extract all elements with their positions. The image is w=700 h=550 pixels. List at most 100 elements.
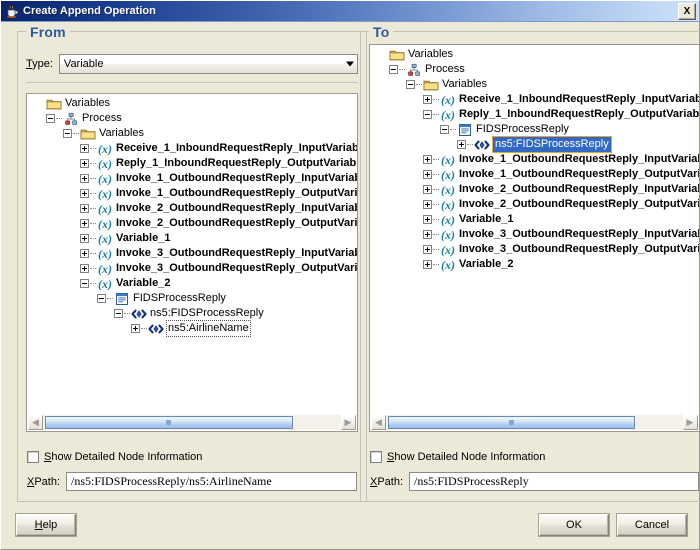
expand-node-icon[interactable] — [80, 234, 89, 243]
tree-node[interactable]: (x) Invoke_3_OutboundRequestReply_InputVa… — [27, 246, 357, 261]
to-xpath-label: XPath: — [370, 475, 404, 488]
from-tree-panel[interactable]: Variables Process Variables (x) Receive_1_In… — [26, 93, 358, 432]
ok-button[interactable]: OK — [539, 514, 609, 536]
svg-text:(x): (x) — [98, 262, 112, 276]
close-icon[interactable]: X — [678, 3, 696, 20]
expand-node-icon[interactable] — [423, 215, 432, 224]
tree-node[interactable]: Variables — [370, 77, 699, 92]
expand-node-icon[interactable] — [80, 189, 89, 198]
expand-node-icon[interactable] — [80, 204, 89, 213]
expand-node-icon[interactable] — [423, 185, 432, 194]
expand-node-icon[interactable] — [423, 155, 432, 164]
arrow-left-icon[interactable]: ◀ — [28, 415, 43, 430]
tree-node[interactable]: (x) Receive_1_InboundRequestReply_InputVa… — [27, 141, 357, 156]
expand-node-icon[interactable] — [457, 140, 466, 149]
create-append-operation-dialog: Create Append Operation X From Type: Var… — [0, 0, 700, 550]
svg-text:(x): (x) — [441, 243, 455, 257]
to-scroll-track[interactable] — [386, 415, 683, 430]
expand-node-icon[interactable] — [80, 219, 89, 228]
tree-node[interactable]: Variables — [370, 47, 699, 62]
tree-node[interactable]: (x) Variable_1 — [27, 231, 357, 246]
tree-node[interactable]: Process — [27, 111, 357, 126]
tree-node[interactable]: FIDSProcessReply — [370, 122, 699, 137]
tree-node[interactable]: (x) Invoke_1_OutboundRequestReply_OutputV… — [27, 186, 357, 201]
tree-node[interactable]: ns5:FIDSProcessReply — [370, 136, 699, 153]
tree-node[interactable]: (x) Invoke_3_OutboundRequestReply_OutputV… — [370, 242, 699, 257]
tree-node[interactable]: (x) Invoke_2_OutboundRequestReply_OutputV… — [27, 216, 357, 231]
tree-node[interactable]: (x) Invoke_1_OutboundRequestReply_OutputV… — [370, 167, 699, 182]
expand-node-icon[interactable] — [80, 159, 89, 168]
tree-node[interactable]: (x) Invoke_3_OutboundRequestReply_OutputV… — [27, 261, 357, 276]
tree-node[interactable]: ns5:AirlineName — [27, 320, 357, 337]
from-scroll-thumb[interactable] — [45, 416, 293, 429]
expand-node-icon[interactable] — [80, 264, 89, 273]
tree-node[interactable]: (x) Invoke_1_OutboundRequestReply_InputVa… — [370, 152, 699, 167]
tree-node[interactable]: (x) Reply_1_InboundRequestReply_OutputVar… — [27, 156, 357, 171]
expand-node-icon[interactable] — [80, 144, 89, 153]
expand-node-icon[interactable] — [423, 170, 432, 179]
tree-node[interactable]: Process — [370, 62, 699, 77]
expand-node-icon[interactable] — [423, 245, 432, 254]
arrow-right-icon[interactable]: ▶ — [682, 415, 698, 430]
arrow-right-icon[interactable]: ▶ — [340, 415, 356, 430]
tree-node[interactable]: (x) Reply_1_InboundRequestReply_OutputVar… — [370, 107, 699, 122]
to-horizontal-scrollbar[interactable]: ◀ ▶ — [371, 415, 698, 430]
tree-node[interactable]: Variables — [27, 96, 357, 111]
collapse-node-icon[interactable] — [97, 294, 106, 303]
collapse-node-icon[interactable] — [114, 309, 123, 318]
tree-node[interactable]: (x) Invoke_2_OutboundRequestReply_OutputV… — [370, 197, 699, 212]
title-bar[interactable]: Create Append Operation X — [1, 1, 699, 22]
tree-node[interactable]: (x) Invoke_1_OutboundRequestReply_InputVa… — [27, 171, 357, 186]
from-xpath-input[interactable]: /ns5:FIDSProcessReply/ns5:AirlineName — [66, 472, 357, 491]
collapse-node-icon[interactable] — [440, 125, 449, 134]
expand-node-icon[interactable] — [423, 200, 432, 209]
to-scroll-thumb[interactable] — [388, 416, 635, 429]
tree-connector — [90, 252, 96, 255]
tree-node[interactable]: (x) Variable_1 — [370, 212, 699, 227]
tree-node[interactable]: FIDSProcessReply — [27, 291, 357, 306]
expand-node-icon[interactable] — [423, 230, 432, 239]
collapse-node-icon[interactable] — [406, 80, 415, 89]
collapse-node-icon[interactable] — [46, 114, 55, 123]
tree-node[interactable]: ns5:FIDSProcessReply — [27, 306, 357, 321]
dialog-button-bar: Help OK Cancel — [1, 504, 699, 549]
tree-connector — [141, 327, 147, 330]
to-group-title: To — [369, 24, 394, 40]
from-horizontal-scrollbar[interactable]: ◀ ▶ — [28, 415, 356, 430]
help-button[interactable]: Help — [16, 514, 76, 536]
arrow-left-icon[interactable]: ◀ — [371, 415, 386, 430]
tree-node[interactable]: (x) Invoke_3_OutboundRequestReply_InputVa… — [370, 227, 699, 242]
to-detailed-node-row[interactable]: Show Detailed Node Information — [370, 451, 545, 463]
to-tree-panel[interactable]: Variables Process Variables (x) Receive_1_In… — [369, 44, 700, 432]
tree-node[interactable]: (x) Invoke_2_OutboundRequestReply_InputVa… — [370, 182, 699, 197]
collapse-node-icon[interactable] — [389, 65, 398, 74]
tree-node[interactable]: (x) Variable_2 — [370, 257, 699, 272]
collapse-node-icon[interactable] — [80, 279, 89, 288]
folder-icon — [389, 48, 405, 62]
expand-node-icon[interactable] — [80, 174, 89, 183]
from-show-detailed-node-checkbox[interactable] — [27, 451, 39, 463]
tree-node-label: Invoke_2_OutboundRequestReply_InputVaria… — [116, 202, 357, 214]
tree-connector — [90, 192, 96, 195]
from-scroll-track[interactable] — [43, 415, 341, 430]
cancel-button[interactable]: Cancel — [617, 514, 687, 536]
tree-node[interactable]: (x) Receive_1_InboundRequestReply_InputVa… — [370, 92, 699, 107]
variable-icon: (x) — [440, 243, 456, 257]
expand-node-icon[interactable] — [423, 260, 432, 269]
to-xpath-input[interactable]: /ns5:FIDSProcessReply — [409, 472, 699, 491]
expand-node-icon[interactable] — [131, 324, 140, 333]
expand-node-icon[interactable] — [423, 95, 432, 104]
tree-node[interactable]: (x) Invoke_2_OutboundRequestReply_InputVa… — [27, 201, 357, 216]
from-detailed-node-row[interactable]: Show Detailed Node Information — [27, 451, 202, 463]
tree-node-label: Variable_1 — [116, 232, 171, 244]
tree-node[interactable]: (x) Variable_2 — [27, 276, 357, 291]
svg-text:(x): (x) — [98, 172, 112, 186]
collapse-node-icon[interactable] — [63, 129, 72, 138]
collapse-node-icon[interactable] — [423, 110, 432, 119]
tree-node[interactable]: Variables — [27, 126, 357, 141]
expand-node-icon[interactable] — [80, 249, 89, 258]
tree-connector — [433, 173, 439, 176]
to-show-detailed-node-checkbox[interactable] — [370, 451, 382, 463]
type-dropdown[interactable]: Variable — [58, 54, 358, 74]
